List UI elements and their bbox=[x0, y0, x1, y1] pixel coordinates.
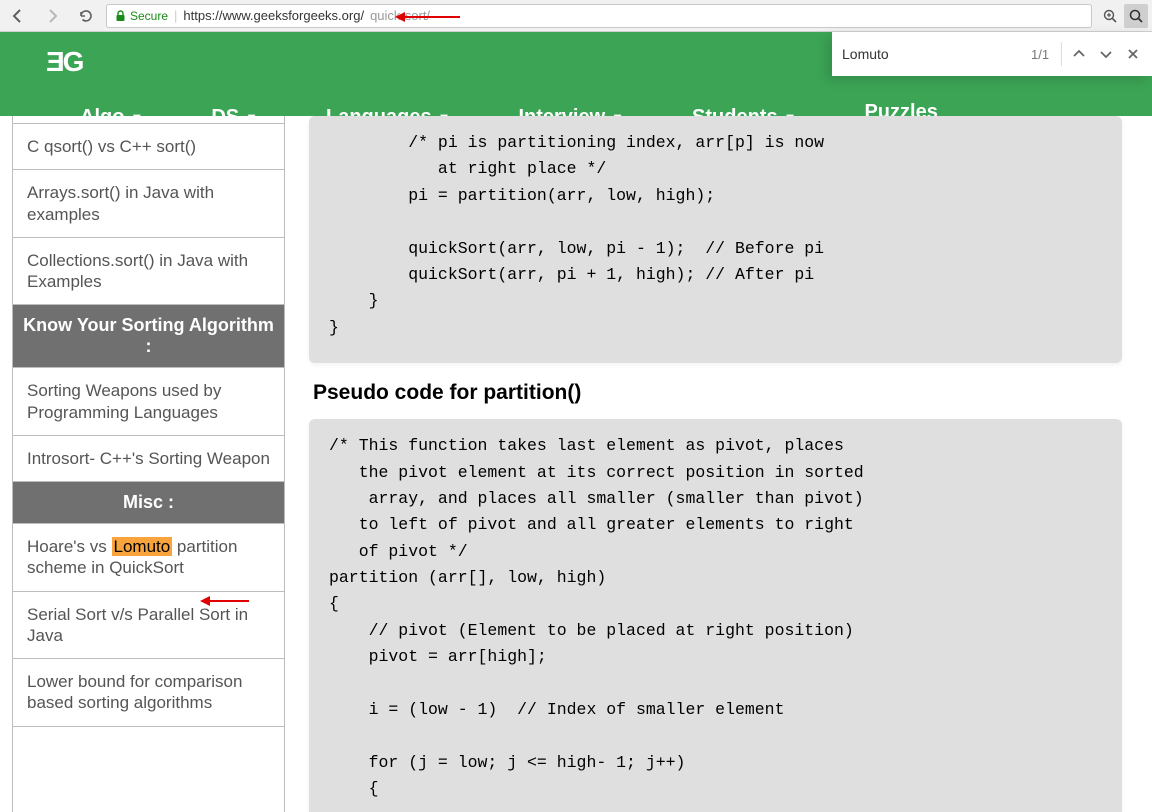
browser-toolbar: Secure | https://www.geeksforgeeks.org/q… bbox=[0, 0, 1152, 32]
article-content: /* pi is partitioning index, arr[p] is n… bbox=[285, 116, 1152, 812]
zoom-icon[interactable] bbox=[1098, 4, 1122, 28]
code-block: /* pi is partitioning index, arr[p] is n… bbox=[309, 116, 1122, 363]
sidebar-heading: Misc : bbox=[13, 482, 284, 524]
back-button[interactable] bbox=[4, 4, 32, 28]
sidebar-item[interactable]: Lower bound for comparison based sorting… bbox=[13, 659, 284, 727]
sidebar-item-hoare-lomuto[interactable]: Hoare's vs Lomuto partition scheme in Qu… bbox=[13, 524, 284, 592]
find-count: 1/1 bbox=[1031, 47, 1049, 62]
sidebar-item[interactable]: C qsort() vs C++ sort() bbox=[13, 124, 284, 170]
find-close-button[interactable] bbox=[1123, 43, 1142, 65]
sidebar: C qsort() vs C++ sort() Arrays.sort() in… bbox=[12, 116, 285, 812]
section-heading: Pseudo code for partition() bbox=[313, 381, 1122, 405]
forward-button[interactable] bbox=[38, 4, 66, 28]
url-host: https://www.geeksforgeeks.org/ bbox=[183, 8, 364, 23]
sidebar-item[interactable]: Arrays.sort() in Java with examples bbox=[13, 170, 284, 238]
highlighted-search-term: Lomuto bbox=[112, 537, 173, 556]
annotation-arrow bbox=[205, 600, 249, 602]
sidebar-item[interactable]: Introsort- C++'s Sorting Weapon bbox=[13, 436, 284, 482]
lock-icon: Secure bbox=[115, 9, 168, 23]
annotation-arrow bbox=[400, 16, 460, 18]
sidebar-item[interactable]: Sorting Weapons used by Programming Lang… bbox=[13, 368, 284, 436]
find-input[interactable] bbox=[842, 46, 1023, 62]
reload-button[interactable] bbox=[72, 4, 100, 28]
sidebar-item[interactable]: Collections.sort() in Java with Examples bbox=[13, 238, 284, 306]
find-next-button[interactable] bbox=[1097, 43, 1116, 65]
find-prev-button[interactable] bbox=[1070, 43, 1089, 65]
secure-label: Secure bbox=[130, 9, 168, 23]
find-in-page-bar: 1/1 bbox=[832, 32, 1152, 76]
code-block: /* This function takes last element as p… bbox=[309, 419, 1122, 812]
sidebar-heading: Know Your Sorting Algorithm : bbox=[13, 305, 284, 368]
search-page-icon[interactable] bbox=[1124, 4, 1148, 28]
site-logo[interactable]: ƎG bbox=[46, 46, 82, 78]
address-bar[interactable]: Secure | https://www.geeksforgeeks.org/q… bbox=[106, 4, 1092, 28]
